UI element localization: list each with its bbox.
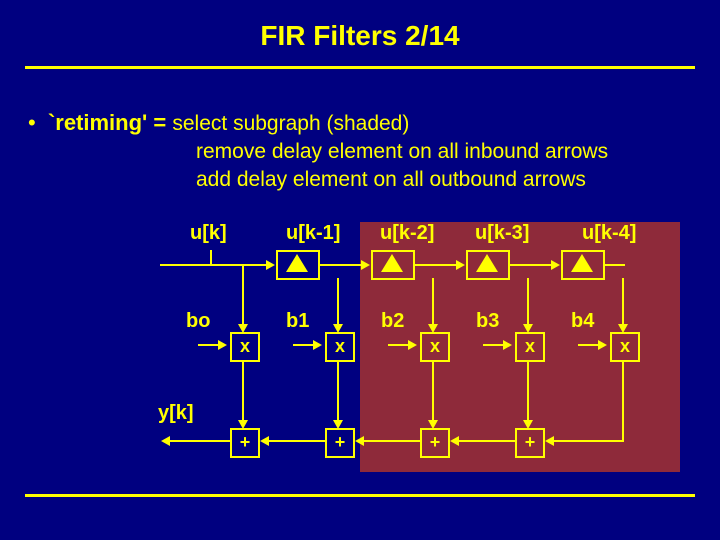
divider-top [25, 66, 695, 69]
adder-1: + [325, 428, 355, 458]
wire [527, 278, 529, 326]
label-u0: u[k] [190, 222, 227, 245]
label-b0: bo [186, 310, 210, 333]
arrowhead-icon [218, 340, 227, 350]
wire [388, 344, 408, 346]
wire [364, 440, 420, 442]
multiplier-0: x [230, 332, 260, 362]
wire [483, 344, 503, 346]
adder-2: + [420, 428, 450, 458]
label-u3: u[k-3] [475, 222, 529, 245]
wire [337, 278, 339, 326]
divider-bottom [25, 494, 695, 497]
multiplier-3: x [515, 332, 545, 362]
adder-0: + [230, 428, 260, 458]
arrowhead-icon [161, 436, 170, 446]
bullet-line-1: • `retiming' = select subgraph (shaded) [28, 110, 409, 136]
wire [320, 264, 363, 266]
label-yk: y[k] [158, 402, 194, 425]
wire [527, 362, 529, 422]
wire [242, 362, 244, 422]
arrowhead-icon [355, 436, 364, 446]
wire [432, 362, 434, 422]
wire [269, 440, 325, 442]
arrowhead-icon [503, 340, 512, 350]
wire [554, 440, 624, 442]
label-b3: b3 [476, 310, 499, 333]
fir-diagram: u[k] u[k-1] u[k-2] u[k-3] u[k-4] [150, 220, 690, 480]
wire [622, 362, 624, 440]
bullet-desc: select subgraph (shaded) [172, 112, 409, 135]
label-u2: u[k-2] [380, 222, 434, 245]
arrowhead-icon [260, 436, 269, 446]
wire [605, 264, 625, 266]
multiplier-1: x [325, 332, 355, 362]
wire [293, 344, 313, 346]
bullet-term: `retiming' = [48, 110, 166, 135]
wire [432, 278, 434, 326]
arrowhead-icon [456, 260, 465, 270]
multiplier-4: x [610, 332, 640, 362]
adder-3: + [515, 428, 545, 458]
delay-icon [476, 254, 498, 272]
label-b4: b4 [571, 310, 594, 333]
arrowhead-icon [313, 340, 322, 350]
bullet-line-3: add delay element on all outbound arrows [196, 168, 586, 192]
label-b1: b1 [286, 310, 309, 333]
arrowhead-icon [598, 340, 607, 350]
wire [242, 264, 244, 326]
delay-icon [381, 254, 403, 272]
wire [510, 264, 553, 266]
wire [160, 264, 210, 266]
arrowhead-icon [408, 340, 417, 350]
wire [578, 344, 598, 346]
wire [459, 440, 515, 442]
wire [622, 278, 624, 326]
delay-icon [286, 254, 308, 272]
wire [198, 344, 218, 346]
multiplier-2: x [420, 332, 450, 362]
arrowhead-icon [545, 436, 554, 446]
wire [210, 264, 268, 266]
arrowhead-icon [266, 260, 275, 270]
label-u1: u[k-1] [286, 222, 340, 245]
bullet-line-2: remove delay element on all inbound arro… [196, 140, 608, 164]
arrowhead-icon [450, 436, 459, 446]
wire [415, 264, 458, 266]
label-u4: u[k-4] [582, 222, 636, 245]
label-b2: b2 [381, 310, 404, 333]
wire [337, 362, 339, 422]
arrowhead-icon [361, 260, 370, 270]
slide-title: FIR Filters 2/14 [0, 20, 720, 52]
delay-icon [571, 254, 593, 272]
arrowhead-icon [551, 260, 560, 270]
wire [170, 440, 230, 442]
